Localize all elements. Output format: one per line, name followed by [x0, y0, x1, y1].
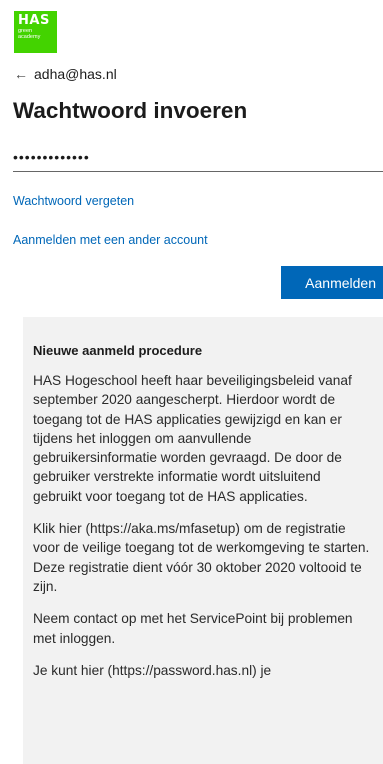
left-arrow-icon[interactable]: ←: [14, 66, 28, 82]
forgot-password-link[interactable]: Wachtwoord vergeten: [13, 194, 134, 208]
notice-paragraph: HAS Hogeschool heeft haar beveiligingsbe…: [33, 373, 352, 504]
has-green-academy-logo: HAS green academy: [14, 11, 57, 53]
notice-paragraph: Klik hier (https://aka.ms/mfasetup) om d…: [33, 521, 370, 594]
logo-text: HAS: [18, 13, 50, 28]
notice-panel: Nieuwe aanmeld procedure HAS Hogeschool …: [23, 317, 383, 764]
logo-subtext-2: academy: [18, 34, 41, 40]
page-title: Wachtwoord invoeren: [13, 98, 248, 123]
account-identity-row[interactable]: ← adha@has.nl: [14, 66, 117, 82]
sign-in-button[interactable]: Aanmelden: [281, 266, 383, 299]
password-input[interactable]: [13, 142, 383, 172]
notice-paragraph: Neem contact op met het ServicePoint bij…: [33, 611, 353, 646]
notice-heading: Nieuwe aanmeld procedure: [33, 343, 203, 358]
notice-paragraph: Je kunt hier (https://password.has.nl) j…: [33, 662, 272, 678]
other-account-link[interactable]: Aanmelden met een ander account: [13, 233, 208, 247]
account-email: adha@has.nl: [34, 66, 117, 82]
